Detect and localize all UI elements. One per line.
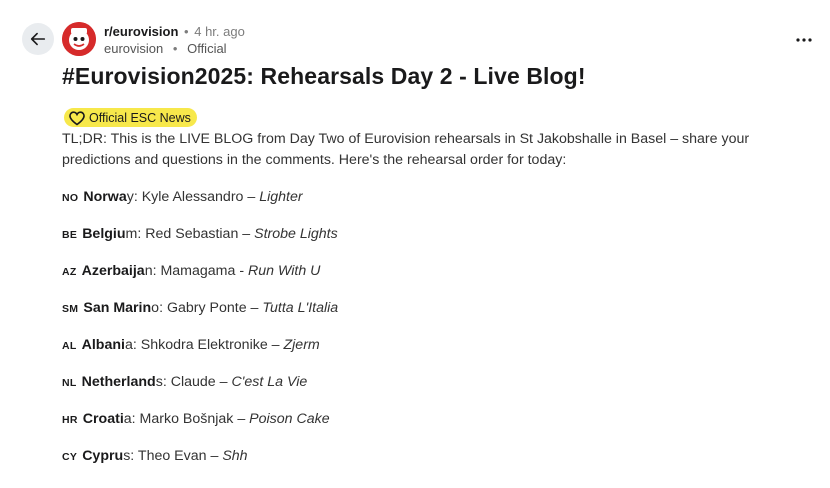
- rehearsal-entry: CY Cyprus: Theo Evan – Shh: [62, 448, 248, 464]
- song-title: Poison Cake: [249, 411, 330, 427]
- flair-label: Official ESC News: [89, 110, 191, 125]
- more-options-button[interactable]: [792, 30, 816, 50]
- country-name-tail: s: [155, 374, 163, 390]
- rehearsal-entry: SM San Marino: Gabry Ponte – Tutta L'Ital…: [62, 300, 338, 316]
- author-line: eurovision • Official: [104, 41, 227, 57]
- country-name-tail: a: [124, 337, 133, 353]
- heart-icon: [69, 110, 85, 125]
- post-body: TL;DR: This is the LIVE BLOG from Day Tw…: [62, 129, 810, 171]
- country-name: Croati: [82, 411, 124, 427]
- more-options-icon: [796, 38, 812, 42]
- song-title: Strobe Lights: [254, 226, 338, 242]
- artist: : Red Sebastian –: [137, 226, 255, 242]
- post-time: 4 hr. ago: [194, 24, 245, 39]
- country-name-tail: n: [144, 263, 153, 279]
- artist: : Kyle Alessandro –: [133, 189, 260, 205]
- back-arrow-icon: [30, 32, 46, 46]
- subreddit-avatar[interactable]: [62, 22, 96, 56]
- country-name-tail: o: [151, 300, 160, 316]
- country-name: Norwa: [83, 189, 127, 205]
- country-code: HR: [62, 414, 78, 426]
- song-title: Lighter: [259, 189, 303, 205]
- author-link[interactable]: eurovision: [104, 41, 163, 56]
- rehearsal-entry: BE Belgium: Red Sebastian – Strobe Lights: [62, 226, 338, 242]
- post-title: #Eurovision2025: Rehearsals Day 2 - Live…: [62, 63, 586, 89]
- author-tag: Official: [187, 41, 227, 56]
- eurovision-mascot-icon: [62, 22, 96, 56]
- song-title: Run With U: [248, 263, 321, 279]
- country-name: Albani: [81, 337, 125, 353]
- separator-dot: •: [184, 24, 189, 39]
- artist: : Claude –: [162, 374, 232, 390]
- song-title: C'est La Vie: [231, 374, 308, 390]
- rehearsal-entry: AZ Azerbaijan: Mamagama - Run With U: [62, 263, 320, 279]
- subreddit-link[interactable]: r/eurovision: [104, 24, 178, 39]
- country-code: NO: [62, 192, 79, 204]
- song-title: Tutta L'Italia: [262, 300, 339, 316]
- country-name-tail: y: [126, 189, 134, 205]
- country-code: AZ: [62, 266, 77, 278]
- song-title: Zjerm: [283, 337, 320, 353]
- country-name-tail: a: [123, 411, 132, 427]
- country-name-tail: m: [125, 226, 138, 242]
- country-name: Netherland: [81, 374, 156, 390]
- country-name: Cypru: [82, 448, 124, 464]
- post-intro: TL;DR: This is the LIVE BLOG from Day Tw…: [62, 131, 750, 168]
- artist: : Gabry Ponte –: [159, 300, 263, 316]
- post-flair[interactable]: Official ESC News: [64, 108, 197, 127]
- post-meta: r/eurovision • 4 hr. ago: [104, 24, 245, 40]
- country-name: San Marin: [83, 300, 152, 316]
- artist: : Marko Bošnjak –: [131, 411, 250, 427]
- rehearsal-entry: AL Albania: Shkodra Elektronike – Zjerm: [62, 337, 320, 353]
- country-code: BE: [62, 229, 78, 241]
- rehearsal-entry: NO Norway: Kyle Alessandro – Lighter: [62, 189, 303, 205]
- artist: : Theo Evan –: [130, 448, 223, 464]
- artist: : Mamagama -: [152, 263, 248, 279]
- rehearsal-entry: HR Croatia: Marko Bošnjak – Poison Cake: [62, 411, 330, 427]
- rehearsal-entry: NL Netherlands: Claude – C'est La Vie: [62, 374, 307, 390]
- country-code: AL: [62, 340, 77, 352]
- country-code: NL: [62, 377, 77, 389]
- country-code: CY: [62, 451, 78, 463]
- back-button[interactable]: [22, 23, 54, 55]
- separator-dot: •: [172, 41, 178, 56]
- country-code: SM: [62, 303, 79, 315]
- country-name: Azerbaija: [81, 263, 145, 279]
- country-name: Belgiu: [82, 226, 126, 242]
- song-title: Shh: [222, 448, 248, 464]
- artist: : Shkodra Elektronike –: [132, 337, 284, 353]
